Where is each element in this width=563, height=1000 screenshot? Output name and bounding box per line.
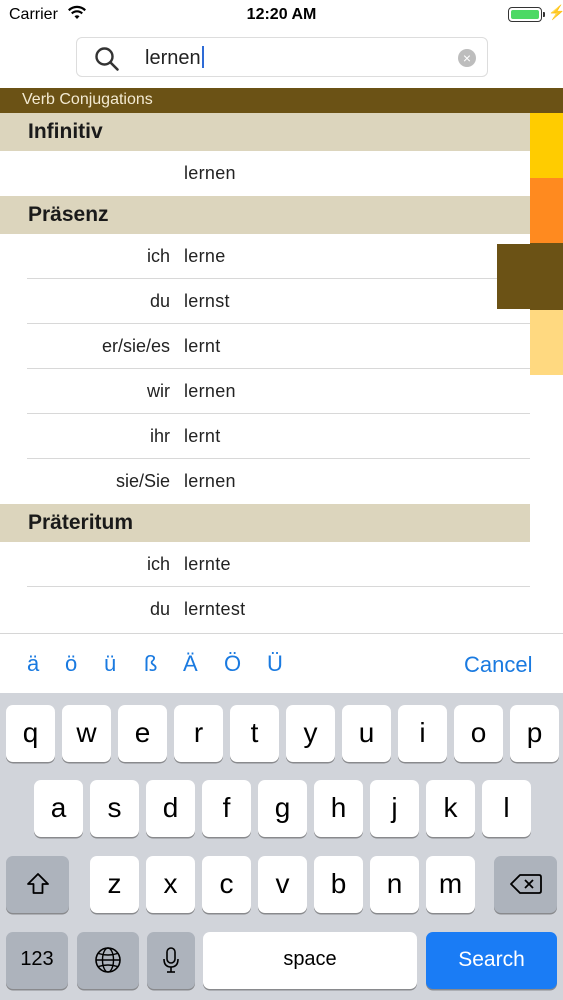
verb-form: lernen xyxy=(184,381,236,401)
key-u[interactable]: u xyxy=(342,705,391,762)
verb-form: lerntest xyxy=(184,599,246,619)
accent-key[interactable]: Ü xyxy=(267,651,283,677)
search-icon xyxy=(94,46,120,77)
pronoun-label: ich xyxy=(146,554,170,574)
key-w[interactable]: w xyxy=(62,705,111,762)
key-g[interactable]: g xyxy=(258,780,307,837)
keyboard: q w e r t y u i o p a s d f g h j k l z x c v b n m 123 space Search xyxy=(0,693,563,1000)
microphone-icon xyxy=(163,947,179,973)
index-segment[interactable] xyxy=(530,113,563,178)
key-d[interactable]: d xyxy=(146,780,195,837)
cancel-button[interactable]: Cancel xyxy=(464,652,532,678)
verb-form: lernen xyxy=(184,163,236,183)
verb-form: lernt xyxy=(184,426,221,446)
table-row[interactable]: lernen xyxy=(0,151,530,196)
accent-key[interactable]: ß xyxy=(144,651,157,677)
accent-key[interactable]: ä xyxy=(27,651,39,677)
dictation-key[interactable] xyxy=(147,932,195,989)
key-l[interactable]: l xyxy=(482,780,531,837)
key-n[interactable]: n xyxy=(370,856,419,913)
globe-icon xyxy=(95,947,121,973)
search-key[interactable]: Search xyxy=(426,932,557,989)
key-h[interactable]: h xyxy=(314,780,363,837)
key-b[interactable]: b xyxy=(314,856,363,913)
pronoun-label: er/sie/es xyxy=(101,336,170,356)
index-segment[interactable] xyxy=(530,310,563,375)
key-c[interactable]: c xyxy=(202,856,251,913)
shift-key[interactable] xyxy=(6,856,69,913)
key-z[interactable]: z xyxy=(90,856,139,913)
pronoun-label: du xyxy=(149,291,170,311)
key-f[interactable]: f xyxy=(202,780,251,837)
numbers-key[interactable]: 123 xyxy=(6,932,68,989)
section-header: Präsenz xyxy=(0,196,530,234)
accent-key[interactable]: Ä xyxy=(183,651,198,677)
space-key[interactable]: space xyxy=(203,932,417,989)
clear-search-icon[interactable]: × xyxy=(458,49,476,67)
status-bar: Carrier 12:20 AM ⚡ xyxy=(0,0,563,30)
shift-icon xyxy=(26,873,49,894)
index-segment[interactable] xyxy=(530,178,563,243)
pronoun-label: ich xyxy=(146,246,170,266)
table-row[interactable]: ich lerne xyxy=(0,234,530,279)
key-i[interactable]: i xyxy=(398,705,447,762)
accent-key[interactable]: Ö xyxy=(224,651,241,677)
text-caret xyxy=(201,46,204,68)
pronoun-label: wir xyxy=(147,381,170,401)
index-selected-marker[interactable] xyxy=(497,244,563,309)
section-header: Infinitiv xyxy=(0,113,530,151)
key-p[interactable]: p xyxy=(510,705,559,762)
table-row[interactable]: wir lernen xyxy=(0,369,530,414)
pronoun-label: sie/Sie xyxy=(115,471,170,491)
clock: 12:20 AM xyxy=(246,6,317,23)
table-row[interactable]: du lerntest xyxy=(0,587,530,632)
accent-toolbar: Cancel äö ü ßÄÖÜ xyxy=(0,633,563,693)
accent-key[interactable]: ü xyxy=(104,651,116,677)
key-x[interactable]: x xyxy=(146,856,195,913)
key-r[interactable]: r xyxy=(174,705,223,762)
verb-form: lernt xyxy=(184,336,221,356)
key-a[interactable]: a xyxy=(34,780,83,837)
charging-bolt-icon: ⚡ xyxy=(548,4,563,20)
key-e[interactable]: e xyxy=(118,705,167,762)
battery-tip xyxy=(543,12,545,17)
table-row[interactable]: er/sie/es lernt xyxy=(0,324,530,369)
key-t[interactable]: t xyxy=(230,705,279,762)
table-row[interactable]: ich lernte xyxy=(0,542,530,587)
verb-form: lernst xyxy=(184,291,230,311)
key-j[interactable]: j xyxy=(370,780,419,837)
key-y[interactable]: y xyxy=(286,705,335,762)
section-header: Präteritum xyxy=(0,504,530,542)
table-row[interactable]: du lernst xyxy=(0,279,530,324)
pronoun-label: du xyxy=(149,599,170,619)
search-field[interactable]: lernen × xyxy=(76,37,488,77)
backspace-icon xyxy=(509,874,542,894)
verb-form: lernen xyxy=(184,471,236,491)
table-row[interactable]: sie/Sie lernen xyxy=(0,459,530,504)
accent-key[interactable]: ö xyxy=(65,651,77,677)
verb-form: lernte xyxy=(184,554,231,574)
key-o[interactable]: o xyxy=(454,705,503,762)
pronoun-label: ihr xyxy=(149,426,170,446)
key-v[interactable]: v xyxy=(258,856,307,913)
key-m[interactable]: m xyxy=(426,856,475,913)
key-k[interactable]: k xyxy=(426,780,475,837)
key-s[interactable]: s xyxy=(90,780,139,837)
app-header: Verb Conjugations xyxy=(0,88,563,113)
table-row[interactable]: ihr lernt xyxy=(0,414,530,459)
search-input[interactable]: lernen xyxy=(145,46,204,70)
battery-icon xyxy=(508,7,542,22)
globe-key[interactable] xyxy=(77,932,139,989)
conjugation-table[interactable]: Infinitiv lernen Präsenz ich lerne du lernst er… xyxy=(0,113,530,633)
key-q[interactable]: q xyxy=(6,705,55,762)
delete-key[interactable] xyxy=(494,856,557,913)
verb-form: lerne xyxy=(184,246,226,266)
